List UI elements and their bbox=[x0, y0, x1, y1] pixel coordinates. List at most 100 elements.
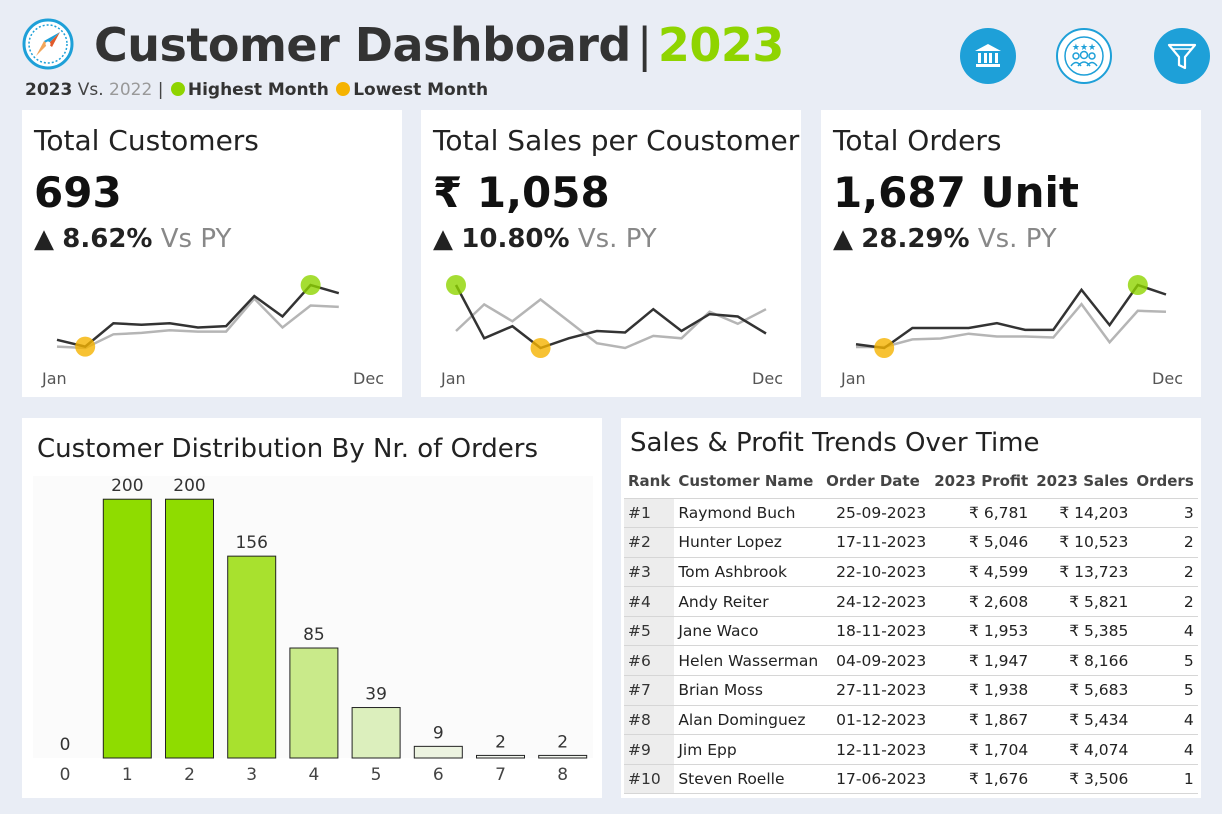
customer-name-cell: Steven Roelle bbox=[674, 763, 823, 795]
up-arrow-icon: ▲ bbox=[833, 224, 853, 254]
bar-value-label: 2 bbox=[495, 732, 506, 752]
rank-cell: #4 bbox=[624, 586, 675, 617]
kpi-delta-value: 10.80% bbox=[461, 224, 570, 254]
up-arrow-icon: ▲ bbox=[34, 224, 54, 254]
compass-icon bbox=[22, 18, 74, 70]
rank-cell: #6 bbox=[624, 645, 675, 676]
bank-button[interactable] bbox=[960, 28, 1016, 84]
bar[interactable] bbox=[413, 745, 463, 759]
bar[interactable] bbox=[538, 754, 588, 759]
kpi-title: Total Customers bbox=[34, 124, 259, 157]
table-row[interactable]: #10 Steven Roelle 17-06-2023 ₹ 1,676 ₹ 3,506… bbox=[624, 763, 1198, 795]
profit-cell: ₹ 4,599 bbox=[930, 556, 1033, 587]
bar[interactable] bbox=[351, 707, 401, 759]
x-tick-label: 0 bbox=[60, 765, 71, 785]
table-row[interactable]: #4 Andy Reiter 24-12-2023 ₹ 2,608 ₹ 5,821 2 bbox=[624, 586, 1198, 617]
bar-value-label: 39 bbox=[365, 685, 387, 705]
x-tick-label: 3 bbox=[246, 765, 257, 785]
lowest-month-marker[interactable] bbox=[530, 338, 551, 358]
x-tick-label: 7 bbox=[495, 765, 506, 785]
kpi-value: ₹ 1,058 bbox=[433, 168, 610, 217]
sales-cell: ₹ 5,434 bbox=[1032, 704, 1133, 735]
orders-cell: 4 bbox=[1132, 704, 1198, 735]
highest-month-dot bbox=[170, 82, 185, 96]
sales-cell: ₹ 14,203 bbox=[1032, 497, 1133, 528]
bar[interactable] bbox=[102, 498, 152, 759]
bar[interactable] bbox=[289, 647, 339, 759]
order-date-cell: 17-06-2023 bbox=[822, 763, 931, 795]
sparkline-end-label: Dec bbox=[1152, 369, 1183, 388]
rank-cell: #5 bbox=[624, 615, 675, 646]
profit-cell: ₹ 1,953 bbox=[930, 615, 1033, 646]
kpi-delta-value: 8.62% bbox=[62, 224, 153, 254]
bar-value-label: 9 bbox=[433, 723, 444, 743]
order-date-cell: 17-11-2023 bbox=[822, 527, 931, 558]
title-separator: | bbox=[636, 18, 653, 72]
orders-cell: 2 bbox=[1132, 586, 1198, 617]
table-row[interactable]: #5 Jane Waco 18-11-2023 ₹ 1,953 ₹ 5,385 4 bbox=[624, 615, 1198, 646]
sparkline-customers bbox=[56, 275, 340, 357]
sales-cell: ₹ 13,723 bbox=[1032, 556, 1133, 587]
kpi-value: 1,687 Unit bbox=[833, 168, 1079, 217]
profit-cell: ₹ 2,608 bbox=[930, 586, 1033, 617]
rank-cell: #7 bbox=[624, 675, 675, 706]
customers-button[interactable]: ★★★ bbox=[1056, 28, 1112, 84]
sparkline-sales bbox=[446, 275, 767, 358]
bar[interactable] bbox=[165, 498, 214, 759]
customer-name-cell: Raymond Buch bbox=[674, 497, 823, 528]
dashboard-header: Customer Dashboard | 2023 2023 Vs. 2022 | … bbox=[22, 12, 1212, 104]
table-title: Sales & Profit Trends Over Time bbox=[630, 428, 1040, 458]
rank-cell: #9 bbox=[624, 734, 675, 765]
table-row[interactable]: #7 Brian Moss 27-11-2023 ₹ 1,938 ₹ 5,683 5 bbox=[624, 675, 1198, 706]
col-orders[interactable]: Orders bbox=[1132, 464, 1197, 498]
orders-cell: 3 bbox=[1132, 497, 1198, 528]
table-row[interactable]: #2 Hunter Lopez 17-11-2023 ₹ 5,046 ₹ 10,523 2 bbox=[624, 527, 1198, 558]
x-tick-label: 5 bbox=[371, 765, 382, 785]
x-tick-label: 6 bbox=[433, 765, 444, 785]
kpi-delta-label: Vs. PY bbox=[577, 224, 657, 254]
order-date-cell: 01-12-2023 bbox=[822, 704, 931, 735]
table-row[interactable]: #8 Alan Dominguez 01-12-2023 ₹ 1,867 ₹ 5,434… bbox=[624, 704, 1198, 735]
order-date-cell: 27-11-2023 bbox=[822, 675, 931, 706]
table-row[interactable]: #3 Tom Ashbrook 22-10-2023 ₹ 4,599 ₹ 13,723 2 bbox=[624, 556, 1198, 587]
highest-month-marker[interactable] bbox=[300, 275, 321, 295]
profit-cell: ₹ 1,676 bbox=[930, 763, 1033, 795]
kpi-card-customers: Total Customers 693 ▲ 8.62% Vs PY Jan De… bbox=[22, 110, 402, 397]
up-arrow-icon: ▲ bbox=[433, 224, 453, 254]
bar[interactable] bbox=[227, 555, 277, 759]
table-row[interactable]: #9 Jim Epp 12-11-2023 ₹ 1,704 ₹ 4,074 4 bbox=[624, 734, 1198, 765]
table-row[interactable]: #6 Helen Wasserman 04-09-2023 ₹ 1,947 ₹ 8,16… bbox=[624, 645, 1198, 676]
legend-current-year: 2023 bbox=[25, 80, 73, 100]
rank-cell: #3 bbox=[624, 556, 675, 587]
col-customer-name[interactable]: Customer Name bbox=[674, 464, 822, 498]
sales-cell: ₹ 4,074 bbox=[1032, 734, 1133, 765]
x-tick-label: 2 bbox=[184, 765, 195, 785]
kpi-value: 693 bbox=[34, 168, 122, 217]
legend-previous-year: 2022 bbox=[109, 80, 153, 100]
kpi-title: Total Sales per Coustomer bbox=[433, 124, 800, 157]
col-rank[interactable]: Rank bbox=[624, 464, 674, 498]
sparkline-end-label: Dec bbox=[353, 369, 384, 388]
kpi-delta: ▲ 10.80% Vs. PY bbox=[433, 224, 657, 254]
legend-bar: | bbox=[157, 80, 164, 100]
order-date-cell: 12-11-2023 bbox=[822, 734, 931, 765]
customer-name-cell: Andy Reiter bbox=[674, 586, 823, 617]
highest-month-marker[interactable] bbox=[446, 275, 466, 295]
order-date-cell: 24-12-2023 bbox=[822, 586, 931, 617]
col-sales[interactable]: 2023 Sales bbox=[1032, 464, 1132, 498]
kpi-delta-label: Vs. PY bbox=[977, 224, 1057, 254]
kpi-delta: ▲ 28.29% Vs. PY bbox=[833, 224, 1057, 254]
filter-button[interactable] bbox=[1154, 28, 1210, 84]
highest-month-marker[interactable] bbox=[1127, 275, 1148, 295]
col-order-date[interactable]: Order Date bbox=[822, 464, 930, 498]
lowest-month-marker[interactable] bbox=[75, 336, 96, 357]
col-profit[interactable]: 2023 Profit bbox=[930, 464, 1032, 498]
bar[interactable] bbox=[476, 754, 525, 759]
orders-cell: 2 bbox=[1132, 556, 1198, 587]
order-date-cell: 22-10-2023 bbox=[822, 556, 931, 587]
comparison-legend: 2023 Vs. 2022 | Highest Month Lowest Mon… bbox=[25, 80, 488, 100]
filter-icon bbox=[1167, 43, 1197, 70]
customer-name-cell: Helen Wasserman bbox=[674, 645, 823, 676]
lowest-month-marker[interactable] bbox=[874, 338, 895, 358]
table-row[interactable]: #1 Raymond Buch 25-09-2023 ₹ 6,781 ₹ 14,203 3 bbox=[624, 497, 1198, 528]
